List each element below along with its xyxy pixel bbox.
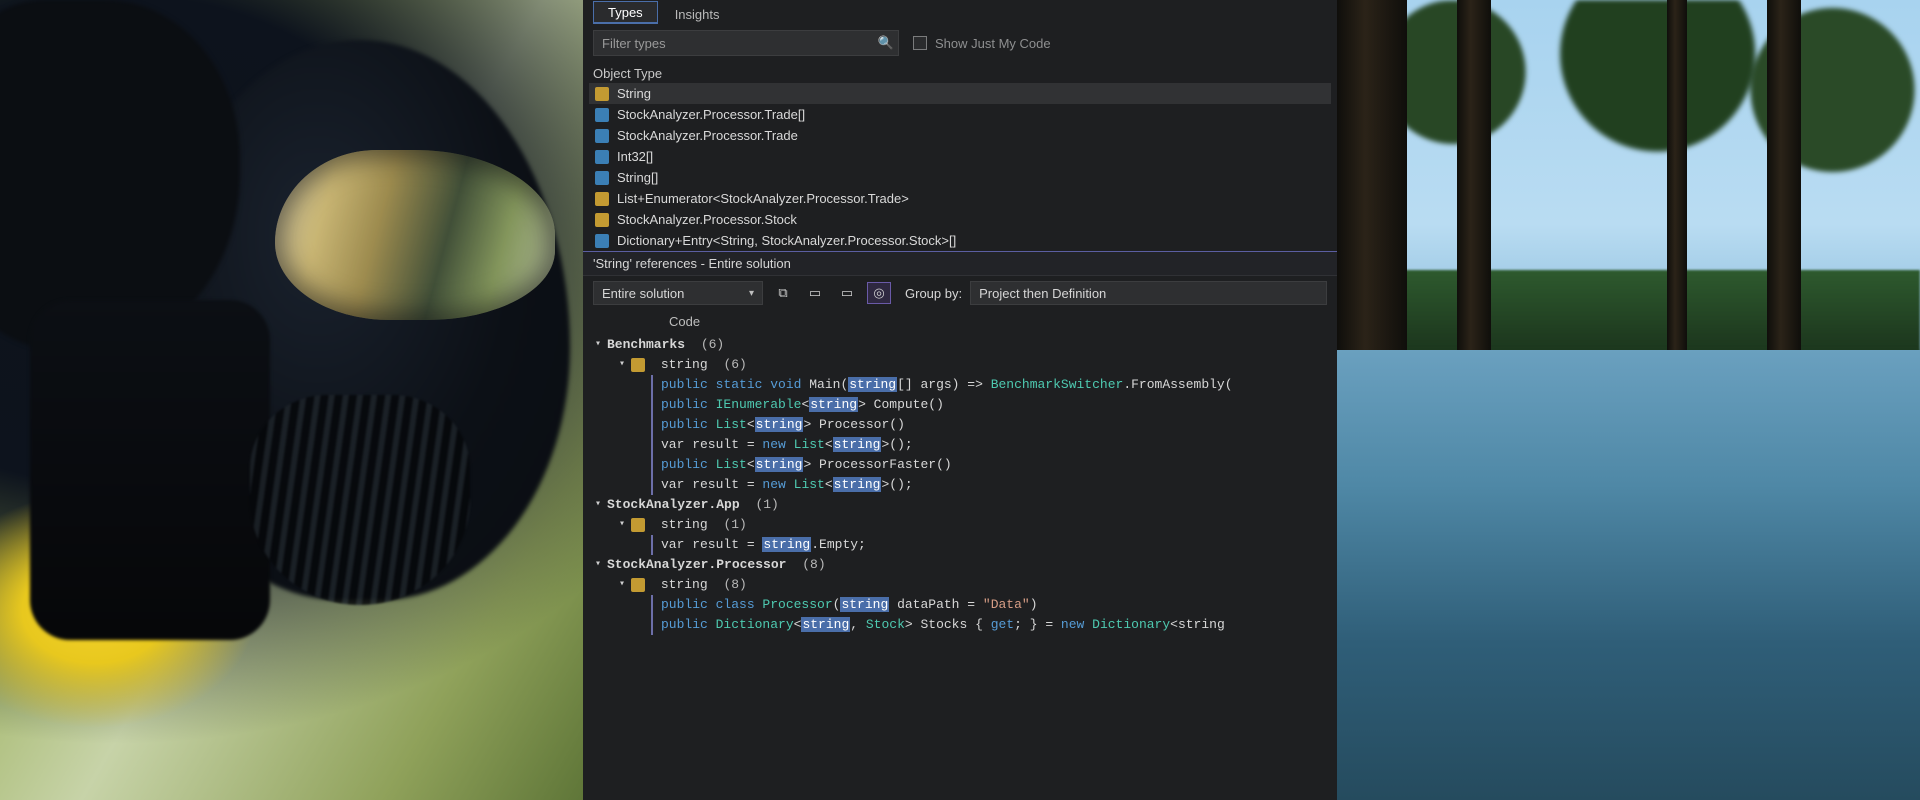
array-icon [595,108,609,122]
search-icon[interactable]: 🔍 [874,35,898,51]
code-line[interactable]: public IEnumerable<string> Compute() [593,395,1327,415]
type-row[interactable]: String[] [589,167,1331,188]
tree-canopy-shape [1337,0,1920,180]
tree-subgroup[interactable]: ▾ string (8) [593,575,1327,595]
photo-paintball [0,0,583,800]
class-icon [595,87,609,101]
chevron-down-icon: ▾ [749,288,754,299]
code-line[interactable]: public List<string> Processor() [593,415,1327,435]
references-panel: 'String' references - Entire solution En… [583,251,1337,645]
paintball-hopper-shape [0,0,240,350]
type-row[interactable]: StockAnalyzer.Processor.Trade [589,125,1331,146]
array-icon [595,150,609,164]
caret-down-icon: ▾ [593,555,603,575]
class-icon [595,192,609,206]
show-my-code-label: Show Just My Code [935,36,1051,51]
tree-trunk-shape [1667,0,1687,800]
type-row[interactable]: Dictionary+Entry<String, StockAnalyzer.P… [589,230,1331,251]
type-row[interactable]: StockAnalyzer.Processor.Stock [589,209,1331,230]
code-line[interactable]: var result = new List<string>(); [593,435,1327,455]
group-by-label: Group by: [899,286,962,301]
references-title: 'String' references - Entire solution [583,252,1337,276]
code-line[interactable]: public Dictionary<string, Stock> Stocks … [593,615,1327,635]
checkbox-box-icon [913,36,927,50]
show-my-code-checkbox[interactable]: Show Just My Code [913,36,1051,51]
paintball-marker-shape [30,300,270,640]
tree-group[interactable]: ▾ Benchmarks (6) [593,335,1327,355]
type-row[interactable]: StockAnalyzer.Processor.Trade[] [589,104,1331,125]
dock-shape [1501,476,1724,543]
filter-types-input[interactable] [594,36,874,51]
code-line[interactable]: public static void Main(string[] args) =… [593,375,1327,395]
memory-analyzer-panel: Types Insights 🔍 Show Just My Code Objec… [583,0,1337,800]
array-icon [595,171,609,185]
wooden-stairs-shape [1401,603,1862,774]
reference-tree: ▾ Benchmarks (6) ▾ string (6) public sta… [583,333,1337,645]
references-toolbar: Entire solution ▾ ⧉ ▭ ▭ ◎ Group by: Proj… [583,276,1337,310]
scope-combo[interactable]: Entire solution ▾ [593,281,763,305]
code-line[interactable]: var result = string.Empty; [593,535,1327,555]
type-list: String StockAnalyzer.Processor.Trade[] S… [583,83,1337,251]
caret-down-icon: ▾ [617,515,627,535]
caret-down-icon: ▾ [617,355,627,375]
tree-group[interactable]: ▾ StockAnalyzer.App (1) [593,495,1327,515]
tree-trunk-shape [1457,0,1491,800]
prev-button[interactable]: ▭ [803,282,827,304]
class-icon [631,518,645,532]
class-icon [595,213,609,227]
filter-types-box[interactable]: 🔍 [593,30,899,56]
photo-lake [1337,0,1920,800]
class-icon [631,358,645,372]
tree-group[interactable]: ▾ StockAnalyzer.Processor (8) [593,555,1327,575]
code-line[interactable]: public class Processor(string dataPath =… [593,595,1327,615]
type-row[interactable]: String [589,83,1331,104]
tabstrip: Types Insights [583,0,1337,24]
tree-trunk-shape [1337,0,1407,800]
type-row[interactable]: List+Enumerator<StockAnalyzer.Processor.… [589,188,1331,209]
caret-down-icon: ▾ [593,335,603,355]
group-by-combo[interactable]: Project then Definition [970,281,1327,305]
tab-insights[interactable]: Insights [660,3,735,24]
caret-down-icon: ▾ [593,495,603,515]
caret-down-icon: ▾ [617,575,627,595]
copy-button[interactable]: ⧉ [771,282,795,304]
class-icon [631,578,645,592]
tree-trunk-shape [1767,0,1801,800]
next-button[interactable]: ▭ [835,282,859,304]
tree-subgroup[interactable]: ▾ string (1) [593,515,1327,535]
tab-types[interactable]: Types [593,1,658,24]
array-icon [595,234,609,248]
highlight-toggle[interactable]: ◎ [867,282,891,304]
object-type-header: Object Type [583,62,1337,83]
class-icon [595,129,609,143]
type-row[interactable]: Int32[] [589,146,1331,167]
tree-subgroup[interactable]: ▾ string (6) [593,355,1327,375]
code-column-header: Code [583,310,1337,333]
code-line[interactable]: public List<string> ProcessorFaster() [593,455,1327,475]
water-reflection-shape [1337,350,1920,480]
paintball-mask-vents-shape [250,395,470,605]
code-line[interactable]: var result = new List<string>(); [593,475,1327,495]
